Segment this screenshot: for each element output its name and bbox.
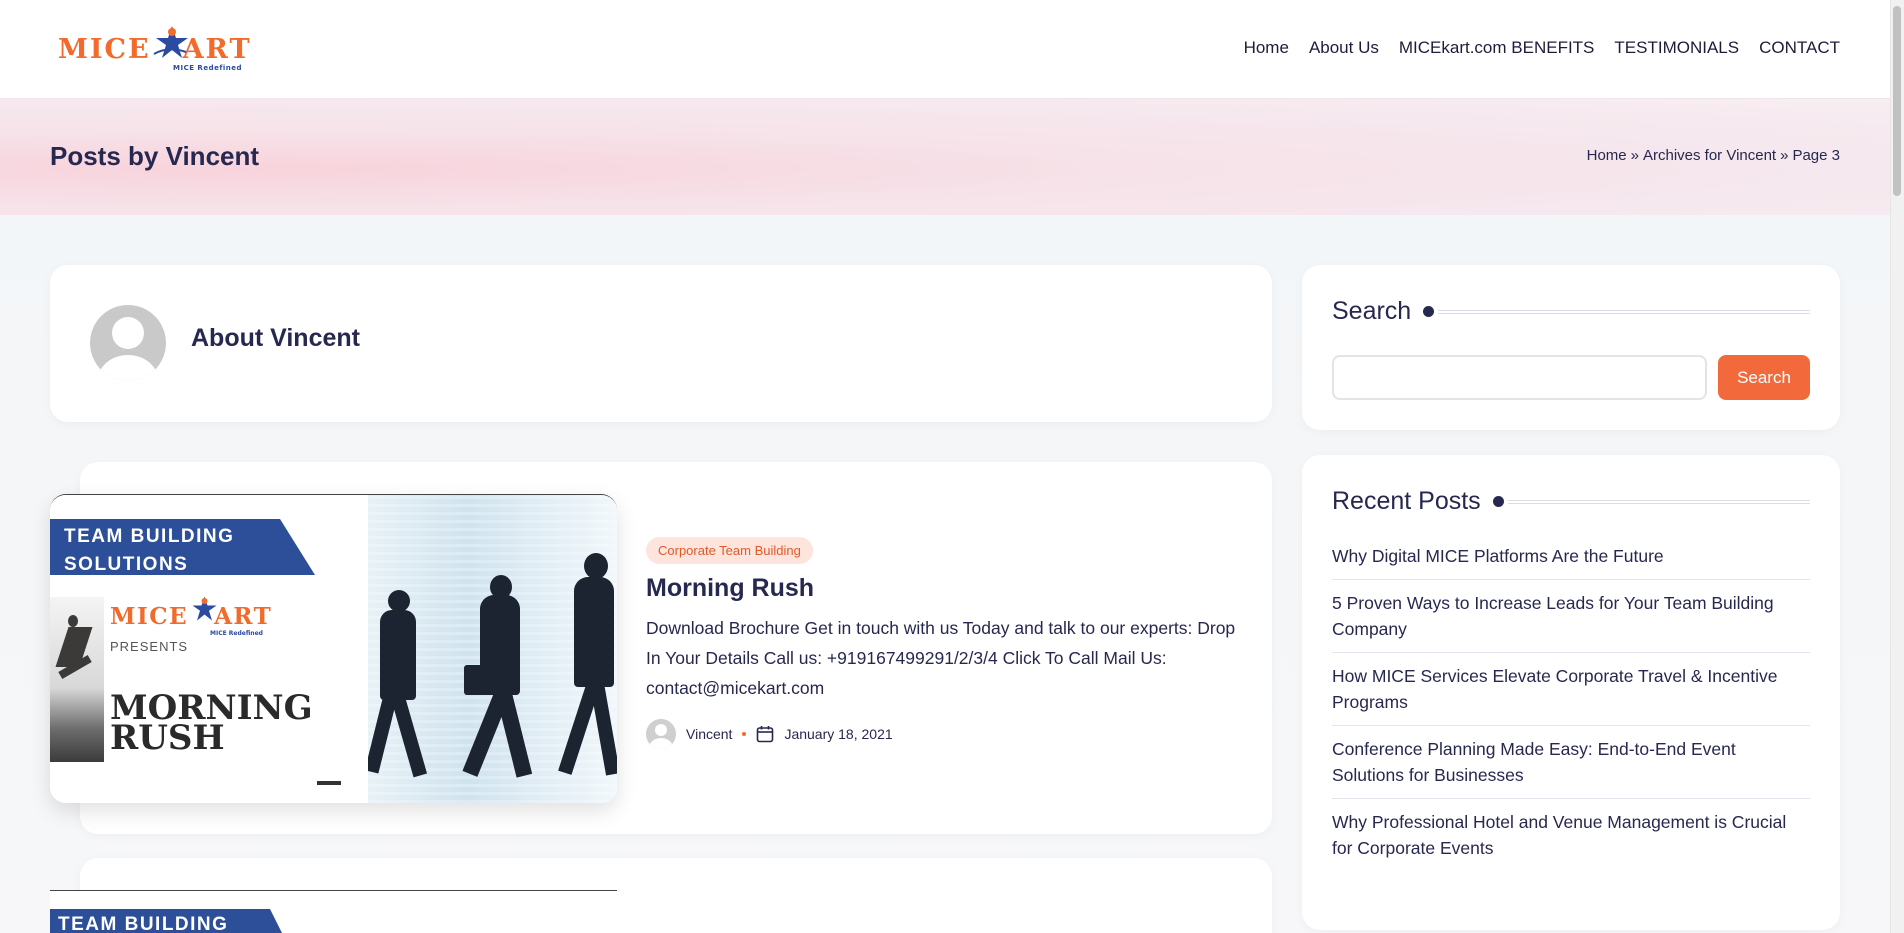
recent-post-link[interactable]: Why Professional Hotel and Venue Managem… — [1332, 812, 1786, 858]
recent-post-link[interactable]: How MICE Services Elevate Corporate Trav… — [1332, 666, 1777, 712]
breadcrumb-archive[interactable]: Archives for Vincent — [1643, 147, 1776, 164]
logo-tagline: MICE Redefined — [173, 64, 243, 72]
site-header: MICE ART MICE Redefined Home About Us MIC… — [0, 0, 1890, 99]
about-author-title: About Vincent — [191, 324, 360, 352]
list-item: Conference Planning Made Easy: End-to-En… — [1332, 726, 1810, 799]
about-author-card: About Vincent — [50, 265, 1272, 422]
list-item: Why Professional Hotel and Venue Managem… — [1332, 799, 1810, 871]
post-thumbnail[interactable]: TEAM BUILDING SOLUTIONS MICE ART MICE Red… — [50, 494, 617, 803]
recent-posts-widget: Recent Posts Why Digital MICE Platforms … — [1302, 455, 1840, 930]
breadcrumb-separator: » — [1630, 147, 1639, 164]
business-people-photo — [368, 495, 617, 803]
nav-benefits[interactable]: MICEkart.com BENEFITS — [1399, 38, 1595, 58]
recent-post-link[interactable]: Why Digital MICE Platforms Are the Futur… — [1332, 546, 1664, 566]
page-title-band: Posts by Vincent Home » Archives for Vin… — [0, 99, 1890, 215]
breadcrumb-separator: » — [1780, 147, 1789, 164]
runner-image — [50, 597, 104, 762]
banner-line: SOLUTIONS — [64, 554, 189, 575]
post-author[interactable]: Vincent — [686, 726, 732, 742]
post-thumbnail[interactable]: TEAM BUILDING — [50, 890, 617, 933]
breadcrumb: Home » Archives for Vincent » Page 3 — [1587, 147, 1840, 164]
title-dot — [1492, 496, 1504, 507]
meta-separator-dot — [742, 732, 747, 736]
user-avatar-icon — [90, 305, 166, 381]
widget-title: Recent Posts — [1332, 487, 1810, 516]
thumbnail-left-panel: TEAM BUILDING — [50, 891, 363, 933]
list-item: Why Digital MICE Platforms Are the Futur… — [1332, 543, 1810, 580]
widget-title-text: Recent Posts — [1332, 487, 1481, 515]
list-item: 5 Proven Ways to Increase Leads for Your… — [1332, 580, 1810, 653]
list-item: How MICE Services Elevate Corporate Trav… — [1332, 653, 1810, 726]
thumbnail-banner: TEAM BUILDING — [50, 909, 290, 933]
widget-title-text: Search — [1332, 297, 1412, 325]
breadcrumb-current: Page 3 — [1792, 147, 1840, 164]
slide-indicator — [317, 781, 341, 785]
banner-line: TEAM BUILDING — [58, 914, 229, 933]
banner-line: TEAM BUILDING — [64, 526, 235, 547]
star-person-icon — [153, 26, 188, 58]
thumbnail-logo-tagline: MICE Redefined — [210, 630, 263, 637]
nav-testimonials[interactable]: TESTIMONIALS — [1614, 38, 1739, 58]
calendar-icon — [757, 726, 774, 743]
thumbnail-title: MORNING RUSH — [110, 691, 313, 755]
recent-post-link[interactable]: Conference Planning Made Easy: End-to-En… — [1332, 739, 1736, 785]
scrollbar-thumb[interactable] — [1893, 6, 1901, 196]
nav-about-us[interactable]: About Us — [1309, 38, 1379, 58]
nav-contact[interactable]: CONTACT — [1759, 38, 1840, 58]
post-meta: Vincent January 18, 2021 — [646, 719, 1236, 749]
search-button[interactable]: Search — [1718, 355, 1810, 400]
star-person-icon — [192, 596, 217, 621]
post-title[interactable]: Morning Rush — [646, 574, 1236, 603]
recent-posts-list: Why Digital MICE Platforms Are the Futur… — [1332, 543, 1810, 871]
nav-home[interactable]: Home — [1244, 38, 1289, 58]
title-dot — [1423, 306, 1435, 317]
thumbnail-right-panel — [363, 891, 617, 933]
recent-post-link[interactable]: 5 Proven Ways to Increase Leads for Your… — [1332, 593, 1774, 639]
title-rule — [1507, 499, 1810, 504]
thumbnail-left-panel: TEAM BUILDING SOLUTIONS MICE ART MICE Red… — [50, 495, 368, 803]
user-avatar-icon — [646, 719, 676, 749]
post-date[interactable]: January 18, 2021 — [784, 726, 892, 742]
post-content: Corporate Team Building Morning Rush Dow… — [646, 537, 1236, 749]
widget-title: Search — [1332, 297, 1810, 326]
page-title: Posts by Vincent — [50, 141, 260, 171]
site-logo[interactable]: MICE ART MICE Redefined — [58, 24, 258, 74]
thumbnail-banner: TEAM BUILDING SOLUTIONS — [50, 519, 315, 575]
post-excerpt: Download Brochure Get in touch with us T… — [646, 618, 1236, 698]
page-scrollbar[interactable] — [1890, 0, 1904, 933]
thumbnail-presents: PRESENTS — [110, 639, 189, 654]
category-pill[interactable]: Corporate Team Building — [646, 537, 813, 564]
main-nav: Home About Us MICEkart.com BENEFITS TEST… — [1244, 38, 1840, 58]
breadcrumb-home[interactable]: Home — [1587, 147, 1627, 164]
search-widget: Search Search — [1302, 265, 1840, 430]
title-rule — [1438, 309, 1810, 314]
search-input[interactable] — [1332, 355, 1707, 400]
